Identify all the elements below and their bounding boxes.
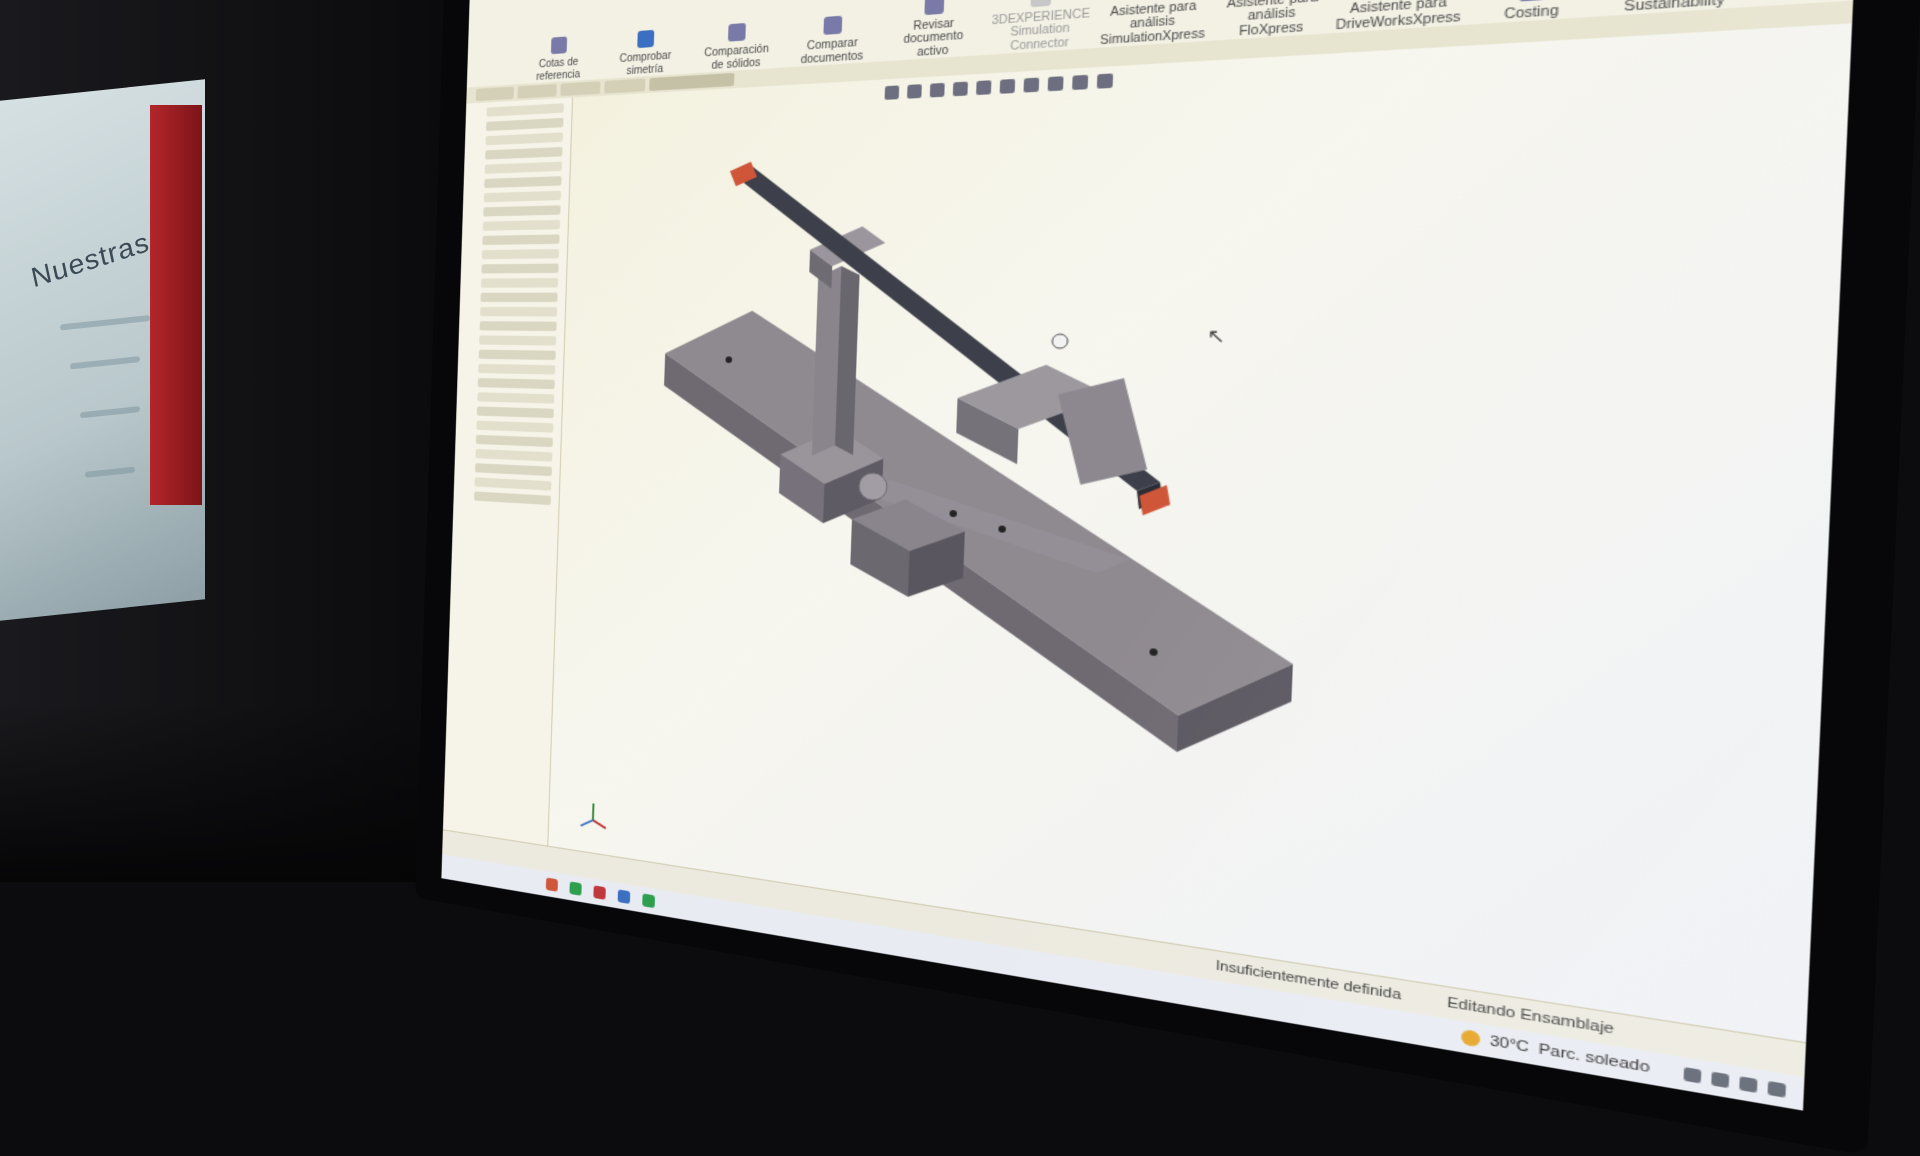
3d-assembly-model[interactable] — [611, 92, 1435, 816]
ribbon-button-review-active-document[interactable]: Revisar documento activo — [891, 0, 978, 61]
display-style-icon[interactable] — [999, 78, 1016, 94]
tree-item[interactable] — [478, 349, 556, 361]
tab-active[interactable] — [649, 72, 735, 91]
tree-item[interactable] — [485, 146, 563, 160]
tree-item[interactable] — [477, 392, 555, 404]
book-text-line — [70, 356, 140, 370]
tree-item[interactable] — [475, 434, 553, 448]
tree-item[interactable] — [475, 448, 553, 462]
tree-item[interactable] — [484, 176, 562, 189]
tree-item[interactable] — [480, 278, 559, 288]
book-text-line — [60, 315, 150, 331]
app-icon[interactable] — [545, 877, 558, 892]
tab[interactable] — [604, 78, 646, 94]
ribbon-button-simulation-connector[interactable]: 3DEXPERIENCE Simulation Connector — [991, 0, 1090, 54]
tree-item[interactable] — [481, 248, 560, 260]
knob — [1052, 334, 1068, 348]
tree-item[interactable] — [483, 205, 561, 217]
volume-icon[interactable] — [1739, 1076, 1758, 1093]
scene-icon[interactable] — [1072, 74, 1089, 91]
tree-item[interactable] — [474, 463, 552, 477]
costing-icon — [1518, 0, 1546, 1]
tree-item[interactable] — [474, 477, 552, 491]
hide-show-icon[interactable] — [1023, 77, 1040, 93]
tree-item[interactable] — [486, 117, 564, 132]
review-icon — [924, 0, 945, 15]
app-icon[interactable] — [593, 885, 606, 900]
mouse-cursor-icon: ↖ — [1206, 326, 1226, 348]
app-icon[interactable] — [642, 893, 656, 909]
weather-sun-icon — [1461, 1028, 1481, 1048]
feature-manager-tree — [442, 97, 574, 847]
ribbon-button-simulationxpress[interactable]: Asistente para análisis SimulationXpress — [1100, 0, 1205, 47]
system-tray — [1683, 1066, 1787, 1098]
ribbon-label: 3DEXPERIENCE Simulation Connector — [991, 7, 1091, 53]
tree-item[interactable] — [478, 363, 556, 375]
tree-item[interactable] — [480, 307, 558, 317]
ribbon-button-compare-documents[interactable]: Comparar documentos — [792, 13, 874, 67]
tree-item[interactable] — [479, 321, 557, 332]
app-icon[interactable] — [569, 881, 582, 896]
tree-item[interactable] — [479, 335, 557, 346]
tree-item[interactable] — [474, 491, 552, 506]
book-text-line — [85, 466, 135, 478]
red-book-spine — [150, 105, 202, 505]
ribbon-button-check-symmetry[interactable]: Comprobar simetría — [609, 28, 683, 79]
symmetry-icon — [637, 29, 655, 49]
tab[interactable] — [517, 83, 557, 99]
view-orientation-icon[interactable] — [976, 80, 992, 96]
previous-view-icon[interactable] — [929, 82, 945, 98]
simulation-icon — [1030, 0, 1052, 7]
tree-item[interactable] — [476, 406, 554, 419]
monitor: Cotas de referencia Comprobar simetría C… — [415, 0, 1920, 1156]
documents-icon — [823, 15, 843, 35]
tree-item[interactable] — [485, 132, 564, 146]
book-text-line — [80, 406, 140, 419]
temperature: 30°C — [1489, 1033, 1530, 1056]
right-fixture-plate — [1054, 376, 1151, 488]
tree-item[interactable] — [486, 103, 564, 117]
tree-item[interactable] — [482, 219, 561, 231]
tree-item[interactable] — [484, 161, 563, 174]
tree-item[interactable] — [483, 190, 562, 203]
ribbon-button-reference-dimensions[interactable]: Cotas de referencia — [524, 34, 594, 84]
ribbon-label: Asistente para análisis SimulationXpress — [1099, 0, 1206, 48]
windows-taskbar: 30°C Parc. soleado — [441, 854, 1805, 1111]
dimension-icon — [550, 36, 568, 55]
view-settings-icon[interactable] — [1096, 73, 1114, 89]
app-icon[interactable] — [617, 889, 631, 905]
chevron-up-icon[interactable] — [1683, 1066, 1702, 1084]
ribbon-button-compare-solids[interactable]: Comparación de sólidos — [698, 21, 776, 73]
tree-item[interactable] — [481, 263, 559, 274]
tree-item[interactable] — [477, 378, 555, 390]
tree-item[interactable] — [482, 234, 560, 246]
tab[interactable] — [560, 81, 601, 97]
cad-application-window: Cotas de referencia Comprobar simetría C… — [441, 0, 1860, 1111]
language-icon[interactable] — [1767, 1080, 1787, 1098]
ribbon-label: Revisar documento activo — [903, 16, 964, 59]
section-view-icon[interactable] — [952, 81, 968, 97]
tree-item[interactable] — [476, 420, 554, 433]
appearance-icon[interactable] — [1047, 76, 1064, 92]
coordinate-triad-icon — [578, 797, 609, 833]
status-bar: Insuficientemente definida Editando Ensa… — [442, 829, 1807, 1078]
tree-item[interactable] — [480, 292, 558, 302]
tab[interactable] — [475, 86, 515, 102]
zoom-area-icon[interactable] — [907, 84, 922, 99]
compare-icon — [727, 22, 746, 42]
zoom-to-fit-icon[interactable] — [884, 85, 900, 100]
